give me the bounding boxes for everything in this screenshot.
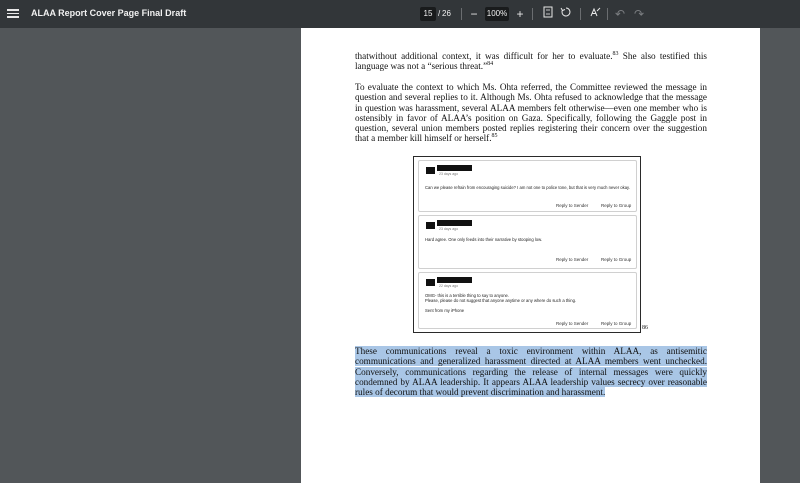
reply-to-group-link[interactable]: Reply to Group <box>601 321 631 326</box>
page-separator: / <box>438 9 441 18</box>
page-number-input[interactable]: 15 <box>420 7 436 21</box>
document-title: ALAA Report Cover Page Final Draft <box>31 8 187 18</box>
paragraph-2: To evaluate the context to which Ms. Oht… <box>355 82 707 144</box>
pdf-page: thatwithout additional context, it was d… <box>301 28 760 483</box>
toolbar-divider <box>607 8 608 20</box>
paragraph-1: thatwithout additional context, it was d… <box>355 51 707 72</box>
message-text: Can we please refrain from encouraging s… <box>425 185 630 190</box>
message-card: 23 days ago Can we please refrain from e… <box>418 160 637 212</box>
footnote-86: 86 <box>642 325 648 331</box>
paragraph-1-text-a: thatwithout additional context, it was d… <box>355 51 613 61</box>
fit-page-icon[interactable] <box>541 6 555 22</box>
menu-icon[interactable] <box>7 7 19 21</box>
message-text: Hard agree. One only feeds into their na… <box>425 237 543 242</box>
message-card: 22 days ago OMG- this is a terrible thin… <box>418 272 637 329</box>
zoom-level[interactable]: 100% <box>485 7 509 21</box>
rotate-icon[interactable] <box>559 6 573 22</box>
reply-to-group-link[interactable]: Reply to Group <box>601 257 631 262</box>
message-time: 23 days ago <box>439 227 459 231</box>
redaction-block <box>437 277 472 283</box>
paragraph-2-text: To evaluate the context to which Ms. Oht… <box>355 82 707 144</box>
footnote-84: 84 <box>487 61 494 68</box>
message-time: 22 days ago <box>439 284 459 288</box>
selected-text[interactable]: These communications reveal a toxic envi… <box>355 346 707 398</box>
message-signature: Sent from my iPhone <box>425 308 465 313</box>
reply-to-sender-link[interactable]: Reply to Sender <box>556 257 588 262</box>
undo-icon[interactable]: ↶ <box>613 6 627 22</box>
redaction-block <box>426 222 435 229</box>
redaction-block <box>426 167 435 174</box>
message-screenshot-figure: 23 days ago Can we please refrain from e… <box>413 156 641 333</box>
message-card: 23 days ago Hard agree. One only feeds i… <box>418 215 637 269</box>
reply-to-sender-link[interactable]: Reply to Sender <box>556 203 588 208</box>
plus-icon[interactable]: + <box>513 6 527 22</box>
document-viewer[interactable]: thatwithout additional context, it was d… <box>0 28 800 483</box>
minus-icon[interactable]: − <box>467 6 481 22</box>
reply-to-sender-link[interactable]: Reply to Sender <box>556 321 588 326</box>
redaction-block <box>426 279 435 286</box>
annotate-icon[interactable] <box>588 6 602 22</box>
toolbar-divider <box>532 8 533 20</box>
toolbar-divider <box>580 8 581 20</box>
paragraph-3[interactable]: These communications reveal a toxic envi… <box>355 346 707 398</box>
redaction-block <box>437 220 472 226</box>
message-time: 23 days ago <box>439 172 459 176</box>
pdf-toolbar: ALAA Report Cover Page Final Draft 15 / … <box>0 0 800 28</box>
redaction-block <box>437 165 472 171</box>
footnote-85: 85 <box>491 133 498 140</box>
toolbar-divider <box>461 8 462 20</box>
total-pages: 26 <box>442 9 451 18</box>
message-text: Please, please do not suggest that anyon… <box>425 298 577 303</box>
redo-icon[interactable]: ↷ <box>632 6 646 22</box>
reply-to-group-link[interactable]: Reply to Group <box>601 203 631 208</box>
